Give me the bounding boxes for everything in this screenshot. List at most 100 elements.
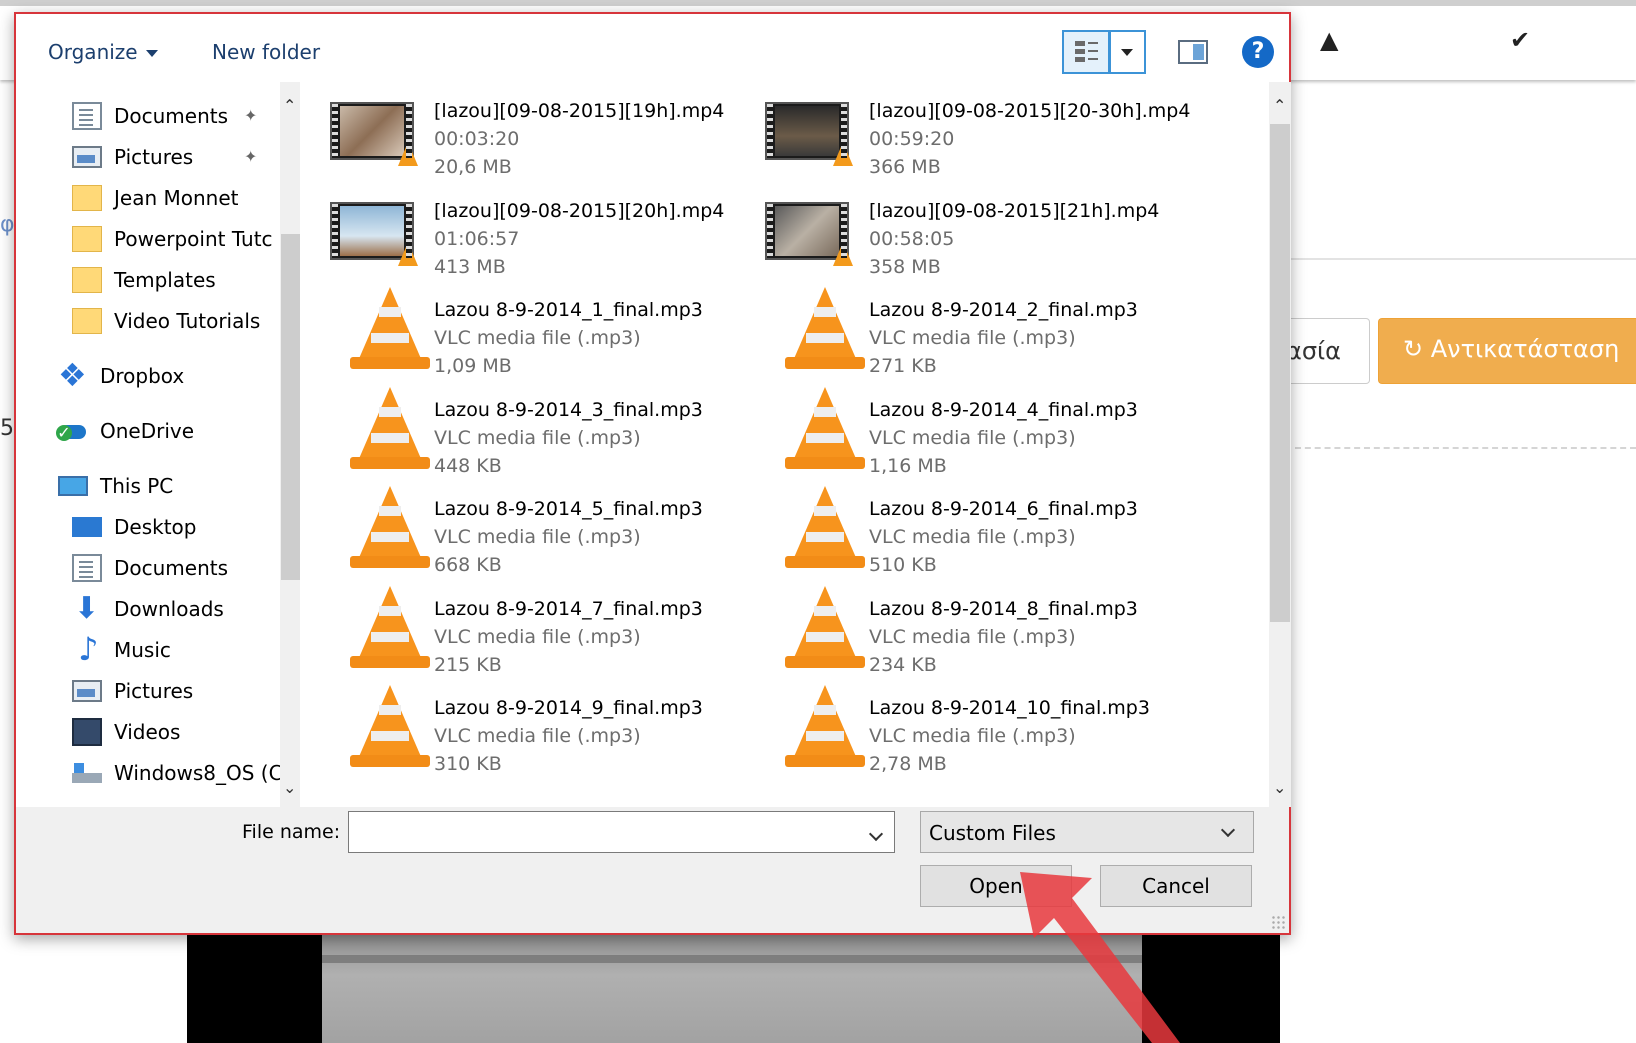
details-view-icon: [1075, 41, 1098, 62]
file-name: Lazou 8-9-2014_10_final.mp3: [869, 697, 1150, 719]
desktop-icon: [72, 517, 102, 537]
file-item[interactable]: Lazou 8-9-2014_8_final.mp3 VLC media file…: [745, 585, 1185, 682]
change-view-button[interactable]: [1062, 30, 1110, 74]
replace-button[interactable]: ↻ Αντικατάσταση: [1378, 318, 1636, 384]
video-thumbnail-icon: [765, 201, 853, 266]
nav-item[interactable]: Desktop: [72, 507, 196, 547]
file-item[interactable]: Lazou 8-9-2014_4_final.mp3 VLC media file…: [745, 386, 1185, 483]
vlc-cone-icon: [785, 486, 865, 576]
checkmark-icon[interactable]: ✔: [1510, 26, 1530, 54]
nav-item-label: Dropbox: [100, 364, 185, 388]
cancel-button[interactable]: Cancel: [1100, 865, 1252, 907]
file-list-scrollbar-thumb[interactable]: [1270, 124, 1290, 622]
file-item[interactable]: Lazou 8-9-2014_1_final.mp3 VLC media file…: [310, 287, 750, 383]
scroll-up-icon[interactable]: ⌃: [283, 96, 296, 115]
nav-item[interactable]: Windows8_OS (C: [72, 753, 283, 793]
this-pc-icon: [58, 476, 88, 496]
resize-grip[interactable]: [1271, 915, 1285, 929]
nav-item[interactable]: Jean Monnet: [72, 178, 238, 218]
file-detail: 00:03:20: [434, 128, 520, 150]
vlc-cone-icon: [350, 486, 430, 576]
vlc-cone-icon: [350, 585, 430, 676]
file-item[interactable]: [lazou][09-08-2015][21h].mp4 00:58:05 358 …: [745, 188, 1185, 284]
pin-icon[interactable]: ✦: [244, 147, 257, 166]
background-video-player[interactable]: [187, 930, 1280, 1043]
file-item[interactable]: Lazou 8-9-2014_9_final.mp3 VLC media file…: [310, 685, 750, 781]
view-options-dropdown[interactable]: [1110, 30, 1146, 74]
vlc-cone-icon: [785, 685, 865, 775]
file-type-select[interactable]: Custom Files: [920, 811, 1254, 853]
file-name: [lazou][09-08-2015][20-30h].mp4: [869, 100, 1191, 122]
downloads-icon: [72, 591, 102, 626]
file-name-input[interactable]: [348, 811, 895, 853]
music-icon: [72, 630, 102, 668]
file-item[interactable]: [lazou][09-08-2015][20h].mp4 01:06:57 413 …: [310, 188, 750, 284]
file-detail: VLC media file (.mp3): [869, 327, 1076, 349]
nav-item[interactable]: Pictures: [72, 137, 193, 177]
file-item[interactable]: Lazou 8-9-2014_6_final.mp3 VLC media file…: [745, 486, 1185, 582]
video-thumbnail-icon: [765, 102, 853, 166]
background-edge-text: 5: [0, 416, 14, 441]
nav-item[interactable]: Downloads: [72, 589, 224, 629]
file-name-label: File name:: [242, 821, 341, 843]
file-size: 413 MB: [434, 255, 506, 278]
nav-item[interactable]: Pictures: [72, 671, 193, 711]
file-item[interactable]: Lazou 8-9-2014_10_final.mp3 VLC media fil…: [745, 685, 1185, 781]
file-size: 510 KB: [869, 554, 937, 576]
help-icon[interactable]: ?: [1242, 36, 1274, 68]
nav-item[interactable]: Video Tutorials: [72, 301, 260, 341]
file-item[interactable]: Lazou 8-9-2014_2_final.mp3 VLC media file…: [745, 287, 1185, 383]
file-size: 215 KB: [434, 653, 502, 676]
file-size: 20,6 MB: [434, 156, 512, 178]
file-item[interactable]: [lazou][09-08-2015][19h].mp4 00:03:20 20,6…: [310, 88, 750, 184]
nav-item[interactable]: OneDrive: [56, 411, 195, 451]
file-name: Lazou 8-9-2014_9_final.mp3: [434, 697, 703, 719]
vlc-cone-icon: [785, 386, 865, 477]
file-item[interactable]: Lazou 8-9-2014_3_final.mp3 VLC media file…: [310, 386, 750, 483]
scroll-down-icon[interactable]: ⌄: [283, 778, 296, 797]
pin-icon[interactable]: ✦: [244, 106, 257, 125]
presentation-icon[interactable]: ▲: [1320, 26, 1338, 54]
preview-pane-button[interactable]: [1178, 40, 1208, 64]
organize-button[interactable]: Organize: [48, 40, 158, 64]
file-detail: VLC media file (.mp3): [434, 625, 641, 648]
scroll-down-icon[interactable]: ⌄: [1273, 778, 1286, 797]
open-button[interactable]: Open: [920, 865, 1072, 907]
nav-item-label: OneDrive: [100, 419, 195, 443]
video-frame: [322, 930, 1142, 1043]
nav-item[interactable]: Dropbox: [58, 356, 184, 396]
nav-item-label: Jean Monnet: [114, 186, 239, 210]
nav-item-label: This PC: [100, 474, 174, 498]
file-name: Lazou 8-9-2014_2_final.mp3: [869, 299, 1138, 321]
file-item[interactable]: Lazou 8-9-2014_7_final.mp3 VLC media file…: [310, 585, 750, 682]
nav-item[interactable]: This PC: [58, 466, 173, 506]
file-detail: 00:58:05: [869, 227, 955, 250]
refresh-icon: ↻: [1403, 335, 1431, 363]
scroll-up-icon[interactable]: ⌃: [1273, 96, 1286, 115]
vlc-cone-icon: [350, 685, 430, 775]
file-size: 358 MB: [869, 255, 941, 278]
new-folder-button[interactable]: New folder: [212, 40, 320, 64]
nav-item[interactable]: Templates: [72, 260, 216, 300]
nav-item[interactable]: Powerpoint Tutc: [72, 219, 273, 259]
nav-item[interactable]: Documents: [72, 548, 228, 588]
file-detail: VLC media file (.mp3): [869, 526, 1076, 548]
file-name: Lazou 8-9-2014_5_final.mp3: [434, 498, 703, 520]
replace-button-label: Αντικατάσταση: [1430, 335, 1620, 363]
file-item[interactable]: Lazou 8-9-2014_5_final.mp3 VLC media file…: [310, 486, 750, 582]
nav-item-label: Pictures: [114, 145, 194, 169]
nav-item-label: Videos: [114, 720, 181, 744]
nav-item[interactable]: Music: [72, 630, 171, 670]
file-item[interactable]: [lazou][09-08-2015][20-30h].mp4 00:59:20 3…: [745, 88, 1190, 184]
folder-icon: [72, 308, 102, 334]
file-name: Lazou 8-9-2014_8_final.mp3: [869, 597, 1138, 620]
nav-scrollbar-thumb[interactable]: [281, 234, 301, 580]
file-name: [lazou][09-08-2015][21h].mp4: [869, 199, 1160, 222]
file-size: 448 KB: [434, 454, 502, 477]
folder-icon: [72, 267, 102, 293]
nav-item[interactable]: Videos: [72, 712, 180, 752]
file-name: Lazou 8-9-2014_6_final.mp3: [869, 498, 1138, 520]
nav-item[interactable]: Documents: [72, 96, 228, 136]
onedrive-icon: [56, 417, 88, 445]
nav-item-label: Desktop: [114, 515, 197, 539]
